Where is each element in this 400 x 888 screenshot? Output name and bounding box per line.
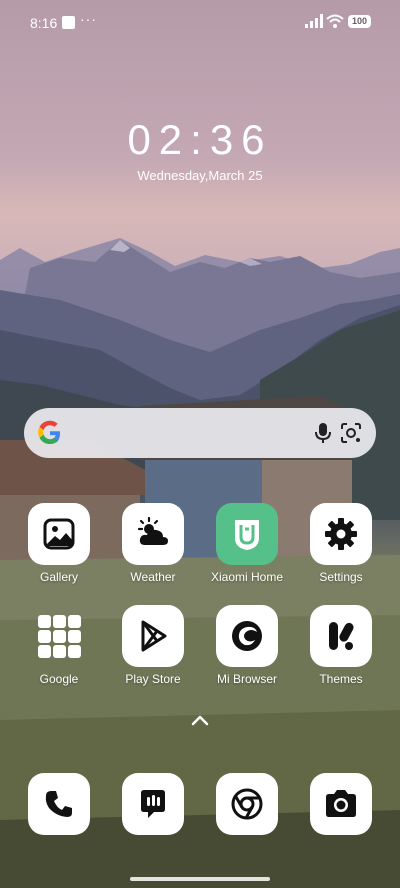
messages-icon[interactable] [122,773,184,835]
battery-icon: 100 [348,15,371,28]
wifi-icon [326,14,344,28]
app-xiaomi-home[interactable]: Xiaomi Home [202,503,292,584]
google-folder-icon[interactable] [28,605,90,667]
gallery-icon[interactable] [28,503,90,565]
app-weather[interactable]: Weather [108,503,198,584]
clock-time[interactable]: 02:36 [0,116,400,164]
more-notifications-icon: ··· [80,11,97,27]
app-mi-browser[interactable]: Mi Browser [202,605,292,686]
google-search-bar[interactable] [24,408,376,458]
app-gallery[interactable]: Gallery [14,503,104,584]
app-label: Themes [319,672,363,686]
lens-icon[interactable] [339,421,363,445]
app-label: Play Store [125,672,181,686]
app-label: Mi Browser [216,672,277,686]
google-g-icon [38,420,60,444]
dock-phone[interactable] [14,773,104,835]
app-label: Weather [130,570,176,584]
notification-square-icon [62,16,75,29]
app-play-store[interactable]: Play Store [108,605,198,686]
dock-chrome[interactable] [202,773,292,835]
dock-messages[interactable] [108,773,198,835]
status-time: 8:16 [30,15,58,31]
app-label: Google [39,672,79,686]
app-label: Gallery [39,570,78,584]
app-themes[interactable]: Themes [296,605,386,686]
signal-icon [305,14,323,28]
app-settings[interactable]: Settings [296,503,386,584]
app-google-folder[interactable]: Google [14,605,104,686]
status-bar: 8:16 ··· 100 [0,0,400,44]
camera-icon[interactable] [310,773,372,835]
weather-icon[interactable] [122,503,184,565]
mic-icon[interactable] [312,421,334,445]
home-indicator[interactable] [130,877,270,881]
phone-icon[interactable] [28,773,90,835]
xiaomi-home-icon[interactable] [216,503,278,565]
dock-camera[interactable] [296,773,386,835]
chevron-up-icon[interactable] [190,713,210,727]
chrome-icon[interactable] [216,773,278,835]
themes-icon[interactable] [310,605,372,667]
app-label: Xiaomi Home [210,570,284,584]
app-label: Settings [319,570,363,584]
clock-date: Wednesday,March 25 [137,168,263,183]
mi-browser-icon[interactable] [216,605,278,667]
gear-icon[interactable] [310,503,372,565]
play-store-icon[interactable] [122,605,184,667]
